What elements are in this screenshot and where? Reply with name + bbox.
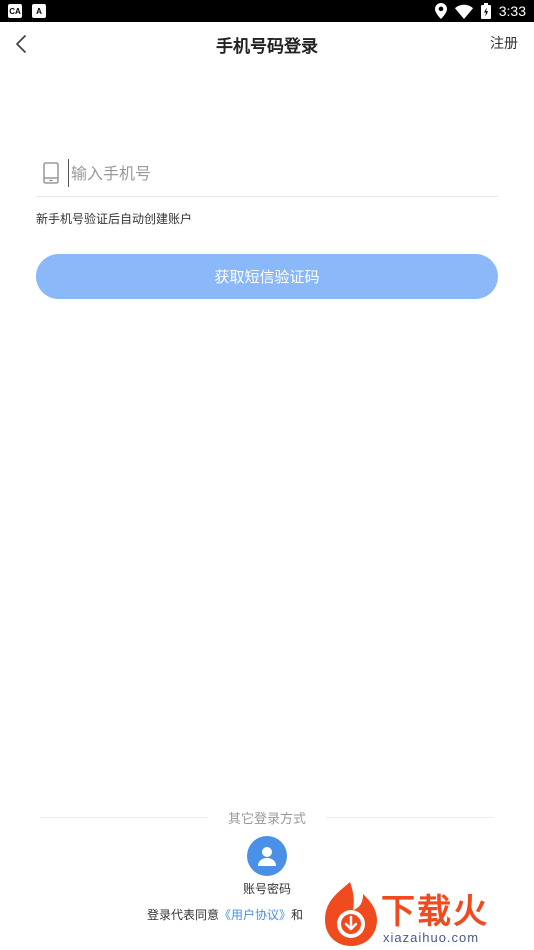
status-bar-left: CA A: [8, 4, 46, 18]
notification-a-icon: A: [32, 4, 46, 18]
other-login-divider: 其它登录方式: [40, 808, 494, 827]
user-icon: [258, 847, 276, 866]
agreement-prefix: 登录代表同意: [147, 908, 220, 922]
notification-app-icon: CA: [8, 4, 22, 18]
new-account-hint: 新手机号验证后自动创建账户: [36, 212, 193, 226]
register-button[interactable]: 注册: [490, 33, 518, 53]
location-icon: [434, 3, 447, 19]
phone-icon: [43, 162, 59, 184]
watermark-logo-icon: [325, 882, 377, 946]
phone-input[interactable]: [68, 159, 488, 187]
wifi-icon: [454, 4, 473, 19]
get-sms-code-button[interactable]: 获取短信验证码: [36, 254, 498, 299]
status-bar-right: 3:33: [434, 3, 526, 19]
divider-right: [326, 817, 494, 818]
agreement-suffix: 和: [291, 908, 304, 922]
battery-icon: [480, 3, 491, 19]
agreement-text: 登录代表同意《用户协议》和: [147, 906, 303, 923]
status-time: 3:33: [498, 3, 526, 19]
watermark-text: 下载火: [381, 892, 489, 932]
user-agreement-link[interactable]: 《用户协议》: [219, 908, 291, 922]
nav-bar: 手机号码登录 注册: [0, 22, 534, 66]
watermark-url: xiazaihuo.com: [383, 930, 480, 945]
watermark: 下载火 xiazaihuo.com: [315, 878, 534, 950]
account-password-login-button[interactable]: [247, 836, 287, 876]
phone-input-row: [36, 150, 498, 197]
status-bar: CA A 3:33: [0, 0, 534, 22]
page-title: 手机号码登录: [216, 37, 318, 57]
